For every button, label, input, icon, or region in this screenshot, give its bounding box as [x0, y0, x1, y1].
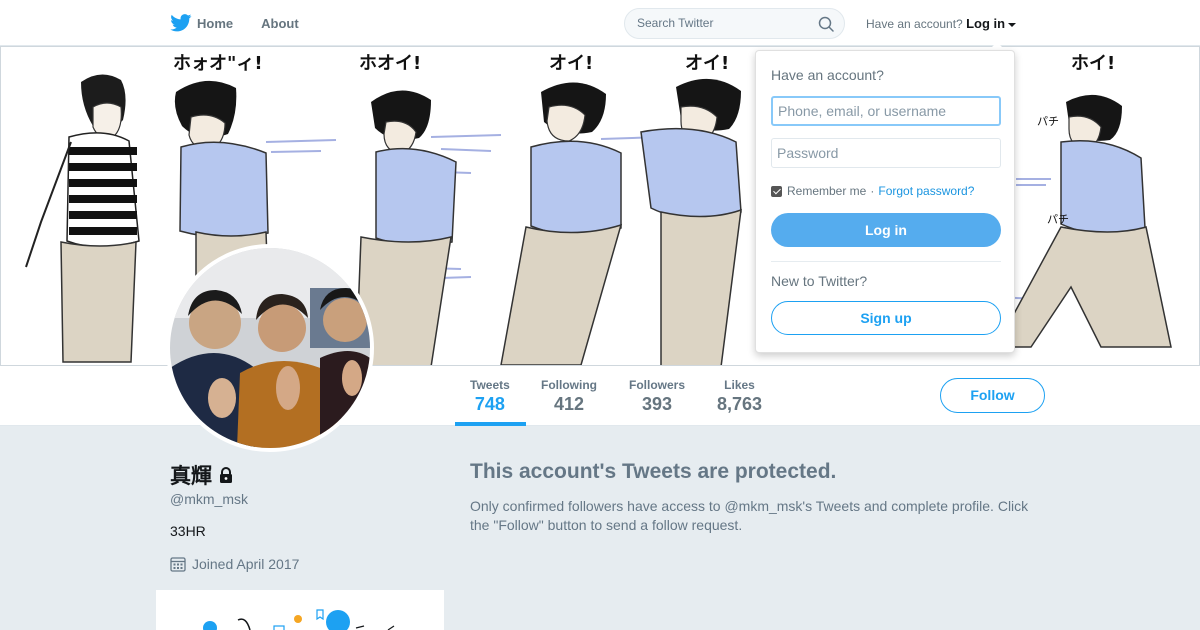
banner-caption-6: パチ: [1037, 115, 1059, 128]
remember-checkbox[interactable]: [771, 185, 782, 197]
remember-label[interactable]: Remember me: [787, 184, 866, 198]
forgot-password-link[interactable]: Forgot password?: [878, 184, 974, 198]
figure-striped-man: [25, 74, 140, 363]
about-link[interactable]: About: [261, 0, 313, 46]
stat-tweets[interactable]: Tweets 748: [470, 378, 510, 415]
login-toggle[interactable]: Have an account? Log in: [866, 16, 1017, 31]
home-link[interactable]: Home: [170, 0, 247, 46]
new-to-twitter-text: New to Twitter?: [771, 273, 868, 289]
figure-4: [500, 82, 623, 365]
profile-bio: 33HR: [170, 523, 206, 539]
login-button[interactable]: Log in: [771, 213, 1001, 247]
banner-caption-7: パチ: [1047, 213, 1069, 226]
stat-followers[interactable]: Followers 393: [629, 378, 685, 415]
have-account-text: Have an account?: [866, 17, 963, 31]
profile-joined: Joined April 2017: [170, 556, 299, 572]
dropdown-caret: [989, 42, 1005, 50]
figure-6: [994, 94, 1172, 348]
stat-following[interactable]: Following 412: [541, 378, 597, 415]
caret-down-icon: [1008, 22, 1017, 27]
profile-joined-text: Joined April 2017: [192, 556, 300, 572]
search-placeholder: Search Twitter: [637, 16, 714, 30]
dropdown-heading: Have an account?: [771, 67, 884, 83]
login-dropdown: Have an account? Remember me · Forgot pa…: [755, 50, 1015, 353]
signup-button[interactable]: Sign up: [771, 301, 1001, 335]
search-icon[interactable]: [818, 16, 834, 32]
active-tab-indicator: [455, 422, 526, 426]
banner-caption-1: ホォオ"ィ!: [173, 53, 263, 74]
banner-caption-5: ホイ!: [1071, 53, 1115, 74]
stat-tweets-label: Tweets: [470, 378, 510, 392]
dropdown-divider: [771, 261, 1001, 262]
promo-card: [156, 590, 444, 630]
login-link[interactable]: Log in: [966, 16, 1005, 31]
avatar[interactable]: [166, 244, 374, 452]
banner-caption-4: オイ!: [685, 53, 729, 74]
profile-handle[interactable]: @mkm_msk: [170, 491, 248, 507]
nav-left: Home About: [170, 0, 327, 46]
stat-tweets-value: 748: [474, 394, 505, 414]
stat-likes[interactable]: Likes 8,763: [717, 378, 762, 415]
remember-separator: ·: [870, 184, 875, 198]
remember-row: Remember me · Forgot password?: [771, 184, 974, 198]
home-label: Home: [197, 15, 234, 31]
stat-following-label: Following: [541, 378, 597, 392]
top-navigation: Home About Search Twitter Have an accoun…: [0, 0, 1200, 46]
banner-caption-3: オイ!: [549, 53, 593, 74]
promo-illustration: [203, 609, 395, 630]
avatar-photo: [170, 248, 370, 448]
twitter-bird-icon: [170, 14, 192, 32]
follow-button[interactable]: Follow: [940, 378, 1045, 413]
lock-icon: [220, 466, 232, 483]
figure-5: [640, 78, 742, 365]
profile-name: 真輝: [170, 460, 234, 490]
stat-following-value: 412: [553, 394, 585, 414]
profile-name-text: 真輝: [170, 465, 212, 488]
protected-title: This account's Tweets are protected.: [470, 460, 837, 483]
about-label: About: [261, 15, 299, 31]
stat-followers-label: Followers: [629, 378, 686, 392]
stat-followers-value: 393: [641, 394, 673, 414]
protected-description: Only confirmed followers have access to …: [470, 498, 1029, 533]
search-input[interactable]: Search Twitter: [624, 8, 845, 39]
stat-likes-value: 8,763: [717, 394, 763, 414]
username-field[interactable]: [771, 96, 1001, 126]
password-field[interactable]: [771, 138, 1001, 168]
stat-likes-label: Likes: [724, 378, 755, 392]
banner-caption-2: ホオイ!: [359, 53, 421, 74]
calendar-icon: [170, 557, 186, 572]
